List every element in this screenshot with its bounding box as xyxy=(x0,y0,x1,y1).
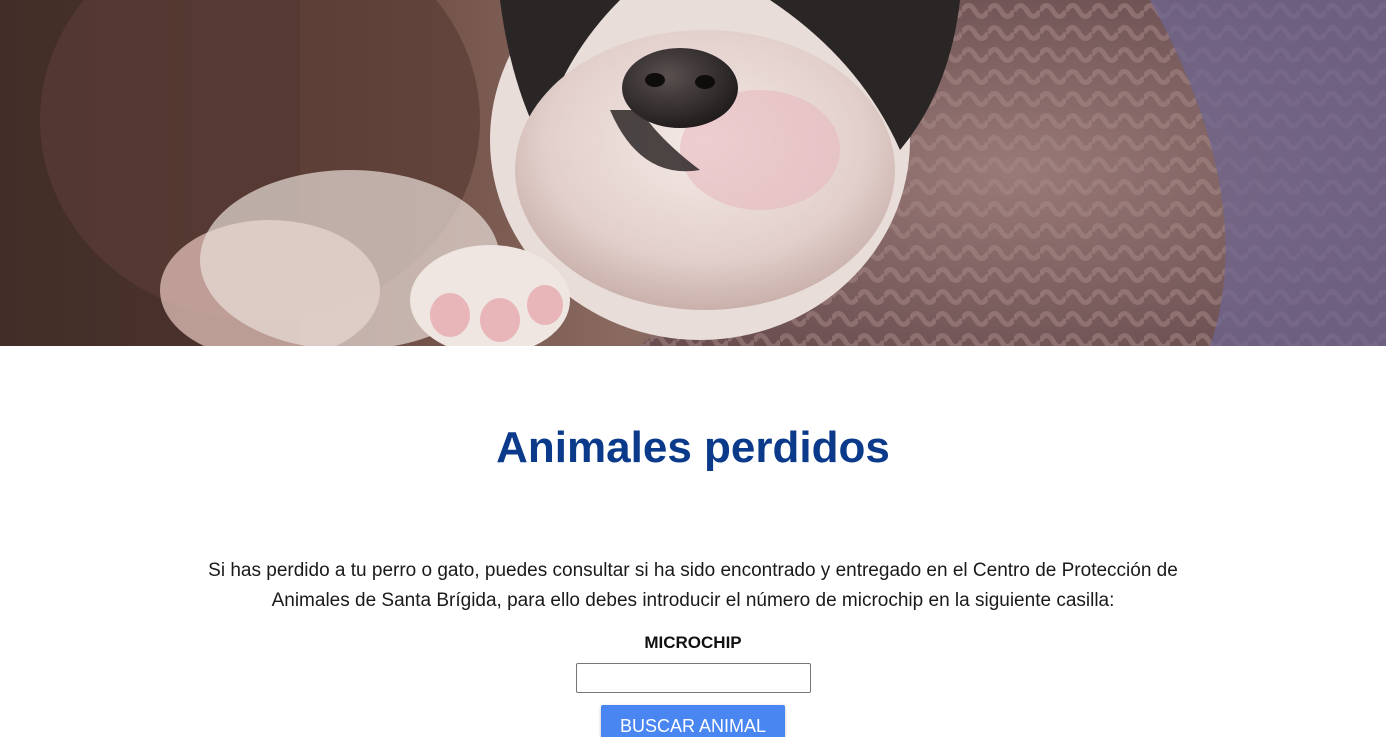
intro-text: Si has perdido a tu perro o gato, puedes… xyxy=(208,560,1178,611)
hero-banner xyxy=(0,0,1386,346)
button-wrap: BUSCAR ANIMAL xyxy=(0,705,1386,737)
microchip-input[interactable] xyxy=(575,663,811,693)
microchip-field-wrap xyxy=(0,663,1386,693)
main-content: Animales perdidos Si has perdido a tu pe… xyxy=(0,422,1386,737)
microchip-label: MICROCHIP xyxy=(644,633,742,652)
page-title: Animales perdidos xyxy=(496,423,890,472)
hero-image xyxy=(0,0,1386,346)
search-animal-button[interactable]: BUSCAR ANIMAL xyxy=(601,705,785,737)
